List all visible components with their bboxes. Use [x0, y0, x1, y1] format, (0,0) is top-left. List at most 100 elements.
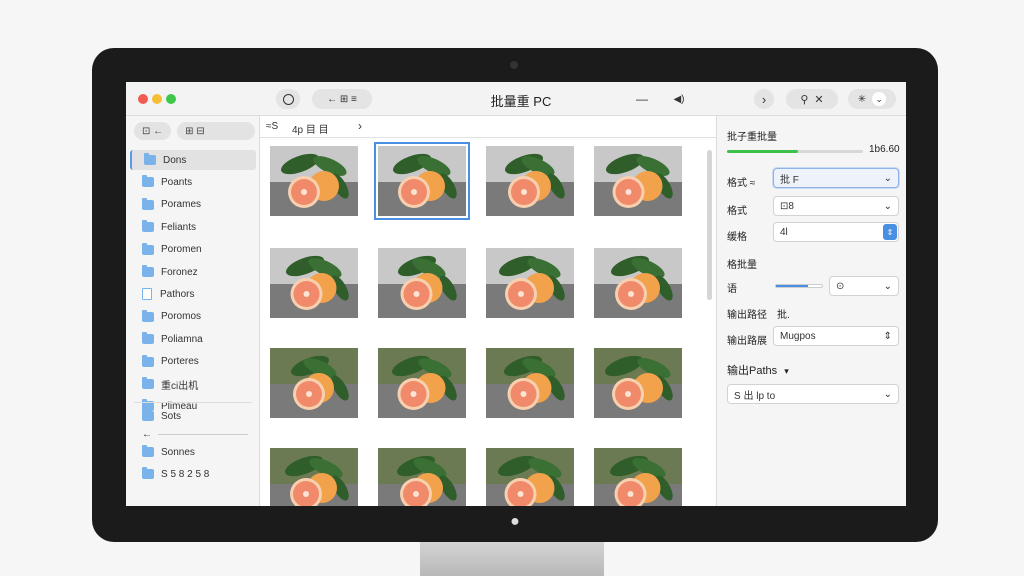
- circle-toggle-button[interactable]: [276, 89, 300, 109]
- format2-select-value: ⊡8: [780, 200, 794, 212]
- search-close-group[interactable]: ⚲ ✕: [786, 89, 838, 109]
- close-window-button[interactable]: [138, 94, 148, 104]
- sidebar-toggle-button[interactable]: ⊡ ←: [134, 122, 172, 140]
- photo-thumbnail[interactable]: [486, 348, 574, 418]
- apple-logo-icon: ●: [510, 513, 520, 530]
- sidebar-bottom-item[interactable]: Sonnes: [130, 442, 256, 462]
- sparkle-menu-button[interactable]: ✳ ⌄: [848, 89, 896, 109]
- sidebar-item-label: Pathors: [160, 288, 195, 300]
- folder-icon: [142, 409, 154, 421]
- photo-thumbnail[interactable]: [270, 248, 358, 318]
- format2-select[interactable]: ⊡8 ⌄: [773, 196, 899, 216]
- stepper-updown-icon: ⇕: [883, 330, 892, 342]
- sidebar-back-button[interactable]: ←: [130, 424, 256, 444]
- orange-photo-icon: [270, 448, 358, 506]
- forward-button[interactable]: ›: [754, 89, 774, 109]
- output-path-value[interactable]: 批.: [777, 306, 790, 321]
- thumbnail-grid: [268, 142, 698, 506]
- dash-button[interactable]: —: [634, 90, 650, 108]
- minimize-window-button[interactable]: [152, 94, 162, 104]
- output-name-field[interactable]: Mugpos ⇕: [773, 326, 899, 346]
- audio-button[interactable]: ◀): [670, 90, 688, 108]
- progress-bar: [727, 150, 863, 153]
- sidebar-item[interactable]: Poliamna: [130, 329, 256, 349]
- folder-icon: [142, 265, 154, 277]
- output-paths-title-text: 输出Paths: [727, 365, 778, 377]
- sidebar-item[interactable]: Porteres: [130, 352, 256, 372]
- folder-icon: [142, 309, 154, 322]
- photo-thumbnail[interactable]: [486, 248, 574, 318]
- photo-thumbnail[interactable]: [594, 248, 682, 318]
- orange-photo-icon: [378, 146, 466, 216]
- inspector-panel: 批子重批量 1b6.60 格式 ≈ 批 F ⌄ 格式 ⊡8 ⌄ 缓格 4l ⇕ …: [716, 116, 906, 506]
- output-path-field[interactable]: S 出 lp to ⌄: [727, 384, 899, 404]
- sidebar-item[interactable]: Feliants: [130, 217, 256, 237]
- sidebar-item[interactable]: Poants: [130, 172, 256, 192]
- quality-slider[interactable]: [775, 284, 823, 288]
- path-prefix: ≈S: [266, 121, 279, 132]
- format-select[interactable]: 批 F ⌄: [773, 168, 899, 188]
- photo-thumbnail[interactable]: [270, 348, 358, 418]
- file-browser: ≈S 4p 目 目 ›: [260, 116, 716, 506]
- sidebar-item-label: Porames: [161, 199, 202, 211]
- chevron-down-icon: ⌄: [883, 388, 892, 400]
- photo-thumbnail[interactable]: [378, 348, 466, 418]
- nav-group-button[interactable]: ← ⊞ ≡: [312, 89, 372, 109]
- search-icon: ⚲: [800, 93, 809, 106]
- sidebar-bottom-item[interactable]: Sots: [130, 406, 256, 426]
- photo-thumbnail[interactable]: [594, 146, 682, 216]
- zoom-window-button[interactable]: [166, 94, 176, 104]
- orange-photo-icon: [594, 248, 682, 318]
- monitor-bezel: ● ← ⊞ ≡ 批量重 PC — ◀) › ⚲ ✕ ✳ ⌄ ⊡ ← ⊞ ⊟ Do…: [92, 48, 938, 542]
- orange-photo-icon: [270, 248, 358, 318]
- window-title: 批量重 PC: [490, 94, 552, 109]
- photo-thumbnail[interactable]: [270, 448, 358, 506]
- chevron-down-icon: ⌄: [883, 280, 892, 292]
- orange-photo-icon: [378, 348, 466, 418]
- sidebar-item[interactable]: Pathors: [130, 284, 256, 304]
- slider-label: 语: [727, 284, 737, 295]
- app-window: ← ⊞ ≡ 批量重 PC — ◀) › ⚲ ✕ ✳ ⌄ ⊡ ← ⊞ ⊟ Dons…: [126, 82, 906, 506]
- sidebar-item[interactable]: Porames: [130, 195, 256, 215]
- orange-photo-icon: [270, 348, 358, 418]
- close-icon: ✕: [814, 93, 824, 106]
- photo-thumbnail[interactable]: [594, 448, 682, 506]
- sidebar-view-button[interactable]: ⊞ ⊟: [177, 122, 256, 140]
- cache-value: 4l: [780, 226, 788, 238]
- sidebar-item[interactable]: 重ci出机: [130, 374, 256, 394]
- sidebar-item-label: Feliants: [161, 221, 197, 233]
- photo-thumbnail[interactable]: [486, 448, 574, 506]
- sidebar-item-label: Poromos: [161, 311, 202, 323]
- content-scrollbar[interactable]: [707, 150, 712, 300]
- breadcrumb[interactable]: 4p 目 目: [292, 121, 329, 136]
- photo-thumbnail[interactable]: [374, 142, 470, 220]
- sidebar-toolbar: ⊡ ← ⊞ ⊟: [134, 122, 256, 140]
- stepper-icon[interactable]: ⇕: [883, 224, 897, 240]
- output-paths-title[interactable]: 输出Paths ▾: [727, 362, 789, 378]
- folder-icon: [142, 467, 154, 479]
- sidebar-item-label: S 5 8 2 5 8: [161, 468, 210, 480]
- format-label: 格式 ≈: [727, 178, 756, 189]
- webcam-icon: [510, 61, 518, 69]
- sidebar-item[interactable]: Poromos: [130, 307, 256, 327]
- sidebar-item-label: Poants: [161, 176, 193, 188]
- slider-select[interactable]: ⊙ ⌄: [829, 276, 899, 296]
- cache-stepper-field[interactable]: 4l ⇕: [773, 222, 899, 242]
- sidebar-item[interactable]: Poromen: [130, 240, 256, 260]
- sidebar-item-label: Porteres: [161, 356, 199, 368]
- sidebar-item[interactable]: Foronez: [130, 262, 256, 282]
- photo-thumbnail[interactable]: [270, 146, 358, 216]
- sparkle-icon: ✳: [857, 93, 867, 105]
- sidebar-item[interactable]: Dons: [130, 150, 256, 170]
- photo-thumbnail[interactable]: [486, 146, 574, 216]
- folder-icon: [142, 197, 154, 210]
- output-path-label: 输出路径: [727, 310, 767, 321]
- folder-icon: [142, 354, 154, 367]
- photo-thumbnail[interactable]: [594, 348, 682, 418]
- sidebar-bottom-item[interactable]: S 5 8 2 5 8: [130, 464, 256, 484]
- breadcrumb-chevron-icon: ›: [358, 119, 362, 133]
- photo-thumbnail[interactable]: [378, 248, 466, 318]
- minus-icon: —: [636, 92, 648, 106]
- output-name-value: Mugpos: [780, 330, 816, 342]
- photo-thumbnail[interactable]: [378, 448, 466, 506]
